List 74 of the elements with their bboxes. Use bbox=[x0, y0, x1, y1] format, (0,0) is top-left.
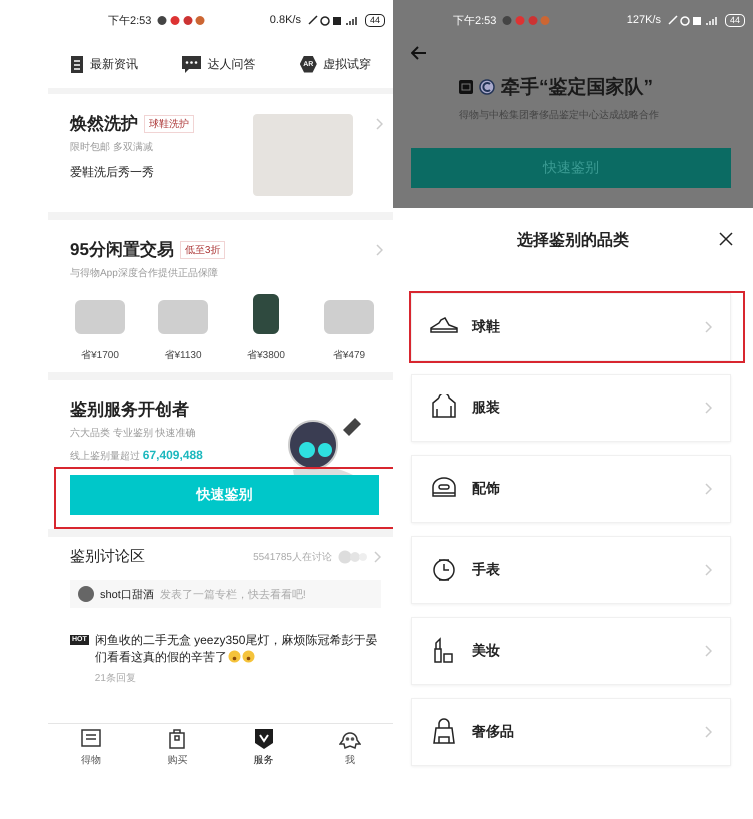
chevron-icon bbox=[705, 321, 712, 333]
discussion-count: 5541785人在讨论 bbox=[253, 550, 332, 564]
emoji-icon bbox=[242, 650, 255, 663]
handbag-icon bbox=[430, 718, 458, 746]
network-speed: 127K/s bbox=[626, 14, 661, 26]
app-logo-icon bbox=[459, 80, 473, 94]
card-title: 95分闲置交易 bbox=[70, 239, 174, 261]
chevron-icon bbox=[705, 726, 712, 738]
chevron-icon bbox=[705, 483, 712, 495]
category-item[interactable]: 服装 bbox=[411, 374, 731, 442]
reply-count: 21条回复 bbox=[94, 672, 137, 686]
notice-bar[interactable]: shot口甜酒 发表了一篇专栏，快去看看吧! bbox=[70, 580, 381, 608]
nav-tab[interactable]: 购买 bbox=[166, 728, 188, 775]
network-speed: 0.8K/s bbox=[270, 14, 301, 26]
battery-level: 44 bbox=[364, 14, 385, 26]
close-icon bbox=[719, 232, 733, 246]
notification-icons bbox=[502, 14, 550, 26]
nav-tab[interactable]: 我 bbox=[338, 728, 361, 775]
photo-placeholder bbox=[158, 300, 208, 334]
status-icons bbox=[306, 14, 359, 26]
tag-label: 球鞋洗护 bbox=[144, 114, 194, 132]
partner-logo-icon bbox=[479, 79, 495, 95]
tag-label: 低至3折 bbox=[180, 240, 226, 258]
card-title: 鉴别服务开创者 bbox=[70, 399, 189, 421]
chevron-icon bbox=[705, 564, 712, 576]
card-subtitle: 与得物App深度合作提供正品保障 bbox=[70, 266, 219, 280]
avatar-stack-icon bbox=[338, 550, 368, 564]
close-button[interactable] bbox=[719, 232, 733, 246]
user-name: shot口甜酒 bbox=[100, 588, 154, 602]
shield-icon bbox=[252, 728, 275, 750]
chat-icon bbox=[182, 56, 202, 72]
status-time: 下午2:53 bbox=[453, 14, 496, 28]
chevron-icon bbox=[705, 402, 712, 414]
photo-placeholder bbox=[324, 300, 374, 334]
card-subtitle: 限时包邮 多双满减 bbox=[70, 140, 154, 154]
card-title: 焕然洗护 bbox=[70, 113, 138, 135]
price-saving: 省¥3800 bbox=[247, 348, 285, 362]
resale-card[interactable]: 95分闲置交易 低至3折 与得物App深度合作提供正品保障 省¥1700 省¥1130 省¥3800 省¥479 bbox=[48, 220, 393, 372]
chevron-icon bbox=[705, 645, 712, 657]
chevron-icon bbox=[374, 550, 381, 562]
category-item[interactable]: 配饰 bbox=[411, 455, 731, 523]
category-item[interactable]: 手表 bbox=[411, 536, 731, 604]
banner-title: 牵手“鉴定国家队” bbox=[501, 76, 653, 100]
category-item[interactable]: 奢侈品 bbox=[411, 698, 731, 766]
photo-placeholder bbox=[253, 294, 279, 334]
notification-icons bbox=[157, 14, 206, 26]
home-icon bbox=[80, 728, 102, 750]
price-saving: 省¥1130 bbox=[164, 348, 202, 362]
sheet-title: 选择鉴别的品类 bbox=[517, 230, 629, 251]
back-arrow-icon[interactable] bbox=[411, 46, 427, 60]
nav-tab[interactable]: 服务 bbox=[252, 728, 275, 775]
notice-text: 发表了一篇专栏，快去看看吧! bbox=[160, 588, 306, 602]
price-saving: 省¥1700 bbox=[81, 348, 119, 362]
chevron-icon bbox=[376, 244, 383, 256]
care-card[interactable]: 焕然洗护 球鞋洗护 限时包邮 多双满减 爱鞋洗后秀一秀 bbox=[48, 94, 393, 212]
card-text: 爱鞋洗后秀一秀 bbox=[70, 164, 155, 181]
emoji-icon bbox=[228, 650, 241, 663]
post-text[interactable]: 闲鱼收的二手无盒 yeezy350尾灯，麻烦陈冠希彭于晏们看看这真的假的辛苦了 bbox=[94, 632, 381, 666]
photo-placeholder bbox=[75, 300, 125, 334]
battery-level: 44 bbox=[724, 14, 745, 26]
status-icons bbox=[666, 14, 719, 26]
section-title: 鉴别讨论区 bbox=[70, 547, 146, 566]
price-saving: 省¥479 bbox=[332, 348, 366, 362]
appraisal-count: 线上鉴别量超过 67,409,488 bbox=[70, 448, 204, 463]
quick-link[interactable]: 最新资讯 bbox=[70, 56, 138, 72]
nav-tab[interactable]: 得物 bbox=[80, 728, 102, 775]
avatar-icon bbox=[78, 586, 94, 602]
quick-link[interactable]: 达人问答 bbox=[182, 56, 256, 72]
document-icon bbox=[70, 56, 84, 72]
category-item[interactable]: 美妆 bbox=[411, 617, 731, 685]
category-item[interactable]: 球鞋 bbox=[411, 293, 731, 361]
chevron-icon bbox=[376, 118, 383, 130]
status-time: 下午2:53 bbox=[108, 14, 152, 28]
card-subtitle: 六大品类 专业鉴别 快速准确 bbox=[70, 426, 197, 440]
